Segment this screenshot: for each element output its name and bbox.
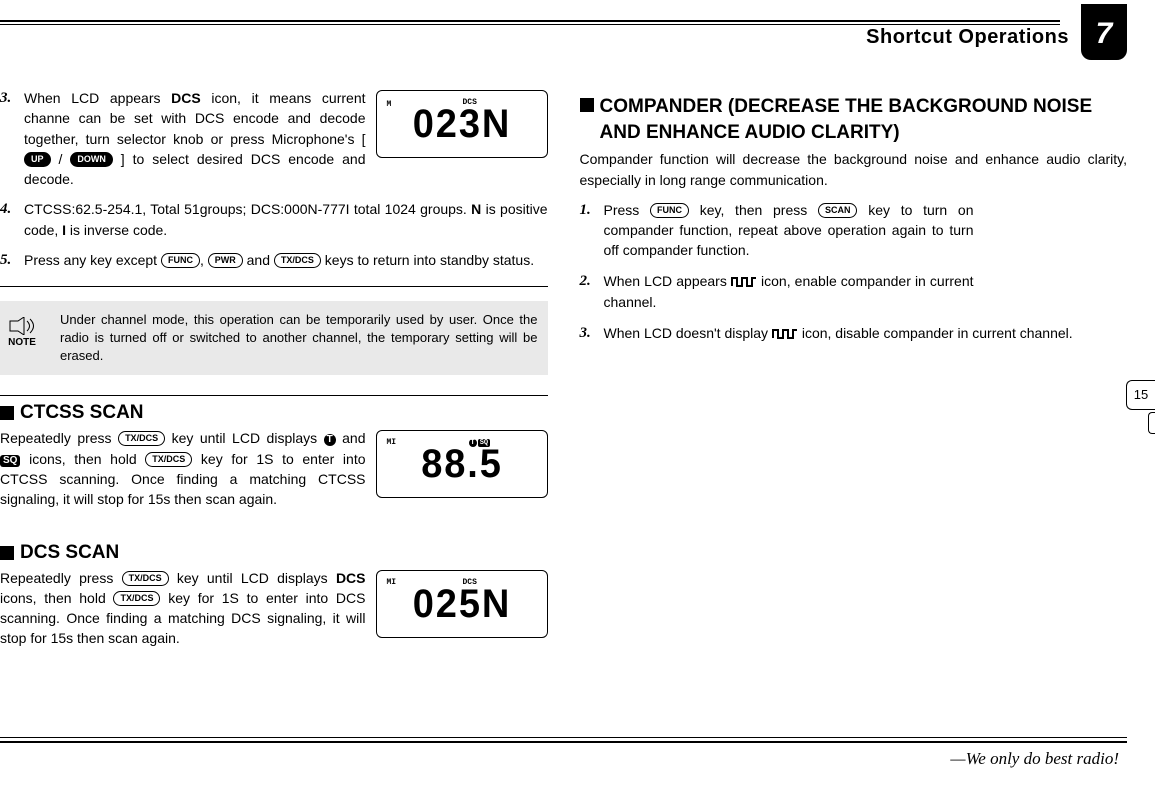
step-number: 3. xyxy=(0,88,24,110)
compander-step-3: 3. When LCD doesn't display icon, disabl… xyxy=(580,323,1128,345)
side-stub xyxy=(1148,412,1155,434)
step-number: 3. xyxy=(580,323,604,345)
lcd-dcs-025n: MI DCS 025N xyxy=(376,570,548,638)
step-number: 1. xyxy=(580,200,604,222)
pulse-icon xyxy=(772,324,798,344)
txdcs-key: TX/DCS xyxy=(145,452,192,467)
down-key: DOWN xyxy=(70,152,113,167)
txdcs-key: TX/DCS xyxy=(118,431,165,446)
scan-key: SCAN xyxy=(818,203,858,218)
section-compander: COMPANDER (DECREASE THE BACKGROUND NOISE… xyxy=(580,94,1128,145)
compander-step-2: 2. When LCD appears icon, enable compand… xyxy=(580,271,1128,313)
pulse-icon xyxy=(731,272,757,292)
t-icon: T xyxy=(324,434,336,446)
txdcs-key: TX/DCS xyxy=(113,591,160,606)
footer-rule xyxy=(0,737,1127,743)
step-3: 3. M DCS 023N When LCD appears DCS icon,… xyxy=(0,88,548,189)
section-ctcss-scan: CTCSS SCAN xyxy=(0,402,548,424)
note-icon: NOTE xyxy=(8,317,36,348)
divider xyxy=(0,395,548,396)
compander-intro: Compander function will decrease the bac… xyxy=(580,149,1128,190)
compander-step-1: 1. Press FUNC key, then press SCAN key t… xyxy=(580,200,1128,261)
note-box: NOTE Under channel mode, this operation … xyxy=(0,301,548,376)
ctcss-scan-body: MI TSQ 88.5 Repeatedly press TX/DCS key … xyxy=(0,428,548,509)
func-key: FUNC xyxy=(161,253,200,268)
sq-icon: SQ xyxy=(0,455,20,467)
square-bullet-icon xyxy=(580,98,594,112)
lcd-dcs-023n: M DCS 023N xyxy=(376,90,548,158)
dcs-icon: DCS xyxy=(171,90,201,106)
up-key: UP xyxy=(24,152,51,167)
pwr-key: PWR xyxy=(208,253,243,268)
square-bullet-icon xyxy=(0,406,14,420)
func-key: FUNC xyxy=(650,203,689,218)
tagline: — We only do best radio! xyxy=(0,749,1127,769)
chapter-tab: 7 xyxy=(1081,4,1127,60)
note-text: Under channel mode, this operation can b… xyxy=(60,312,538,363)
dcs-scan-body: MI DCS 025N Repeatedly press TX/DCS key … xyxy=(0,568,548,649)
step-4: 4. CTCSS:62.5-254.1, Total 51groups; DCS… xyxy=(0,199,548,240)
page-footer: — We only do best radio! xyxy=(0,737,1127,769)
page-header: Shortcut Operations 7 xyxy=(0,24,1127,64)
step-5: 5. Press any key except FUNC, PWR and TX… xyxy=(0,250,548,272)
square-bullet-icon xyxy=(0,546,14,560)
step-number: 5. xyxy=(0,250,24,272)
lcd-ctcss-885: MI TSQ 88.5 xyxy=(376,430,548,498)
divider xyxy=(0,286,548,287)
step-number: 4. xyxy=(0,199,24,221)
chapter-number: 7 xyxy=(1081,4,1127,54)
page-number-tab: 15 xyxy=(1126,380,1155,410)
txdcs-key: TX/DCS xyxy=(122,571,169,586)
txdcs-key: TX/DCS xyxy=(274,253,321,268)
section-dcs-scan: DCS SCAN xyxy=(0,542,548,564)
step-number: 2. xyxy=(580,271,604,293)
header-rule xyxy=(0,20,1060,25)
